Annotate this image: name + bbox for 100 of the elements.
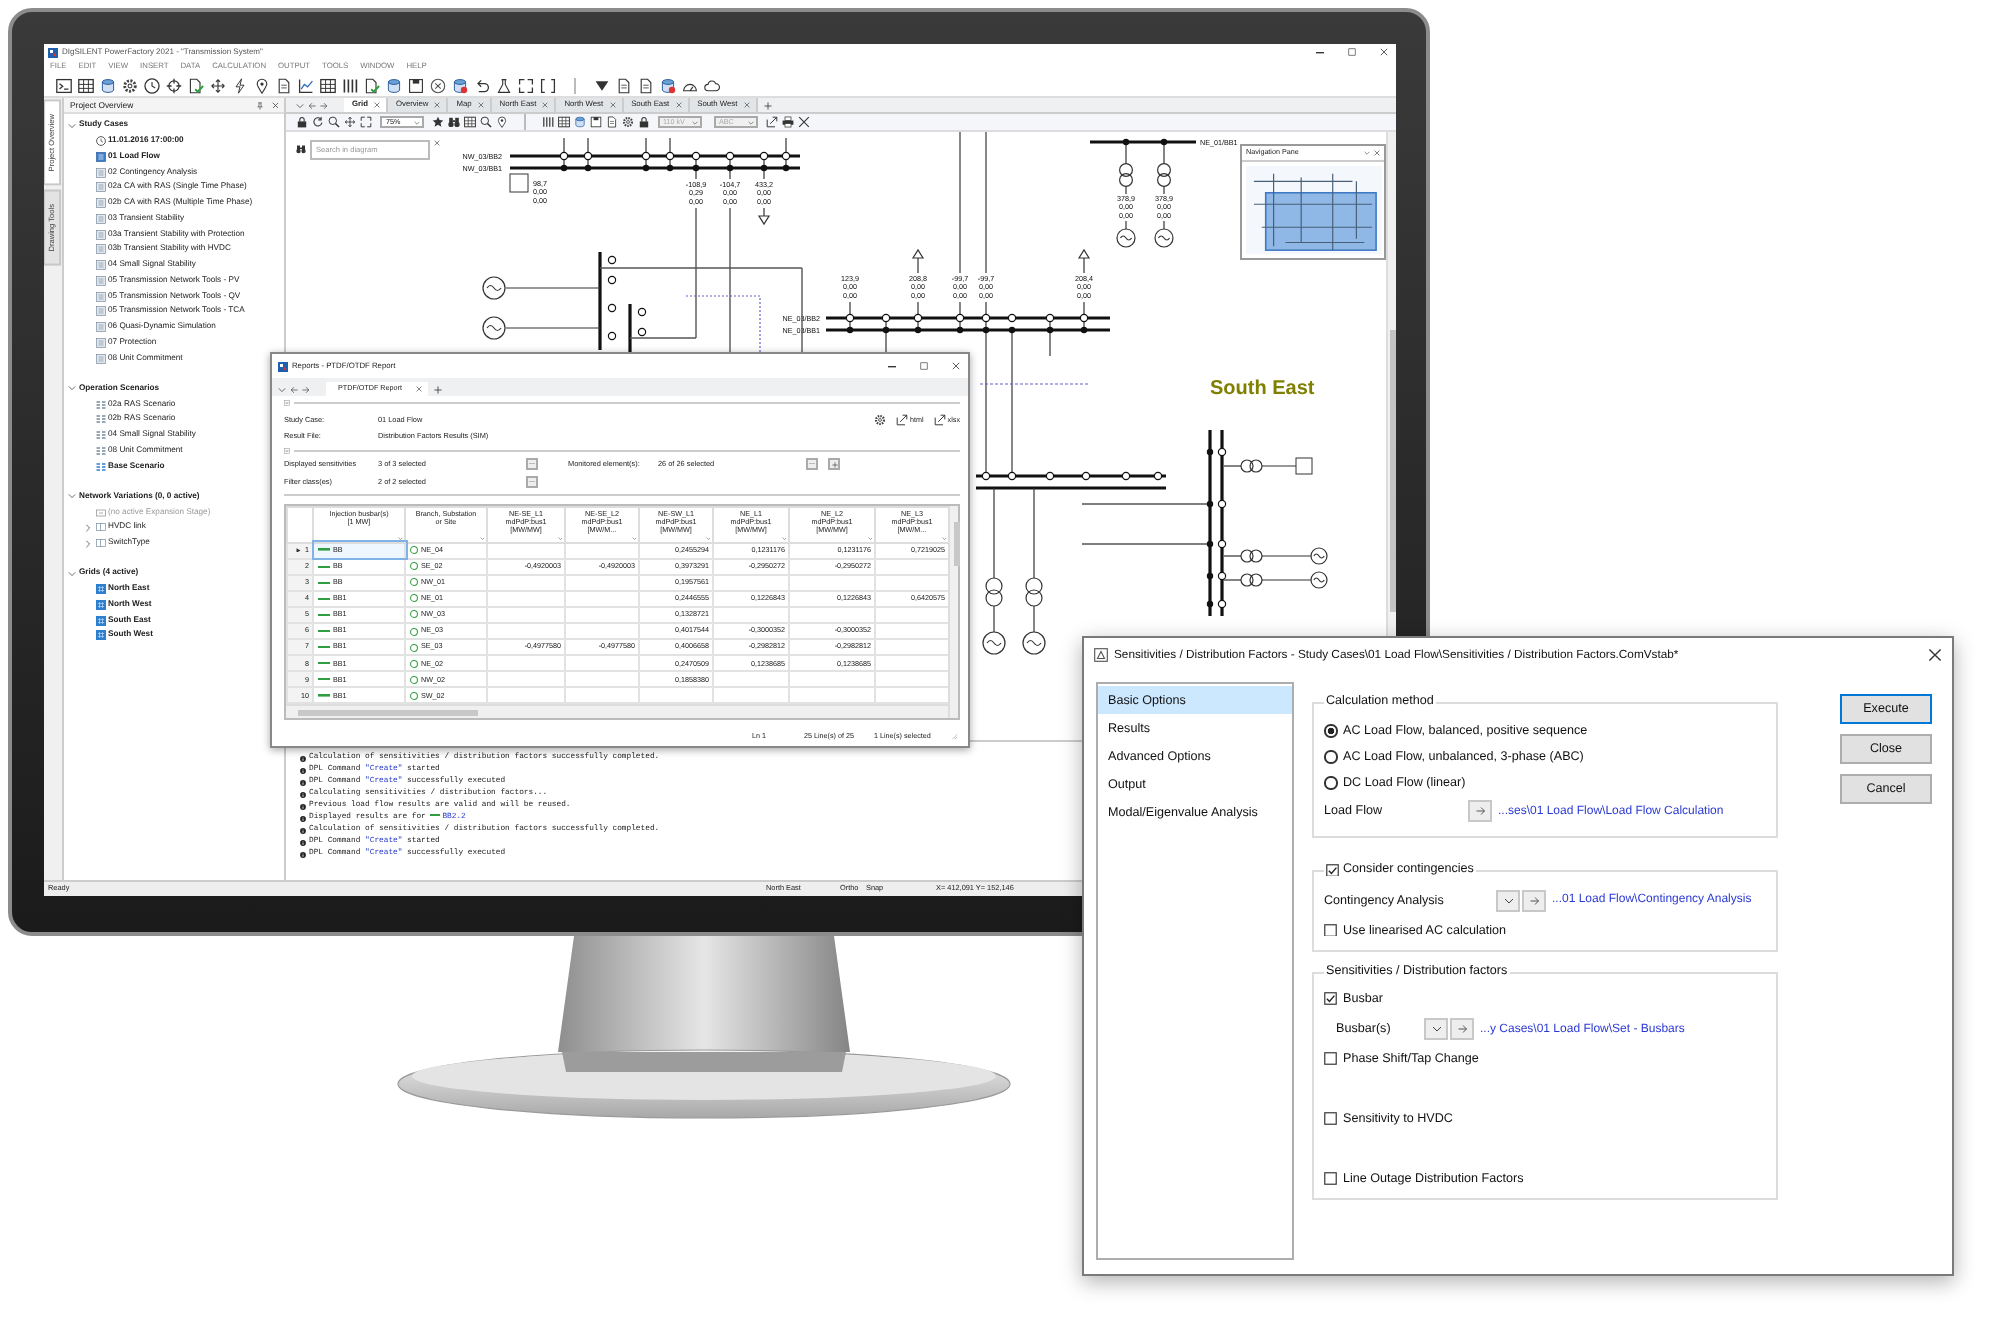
study-case-icon [95,182,105,193]
feeder-line [505,327,601,329]
crosshair-icon[interactable] [166,77,182,93]
database-icon[interactable] [100,77,116,93]
columns-icon[interactable] [342,77,358,93]
columns-icon[interactable] [541,116,553,128]
radio-button[interactable] [1324,776,1337,790]
table-icon[interactable] [78,77,94,93]
switch-node [782,164,790,172]
transformer-symbol [1240,573,1263,587]
study-case-icon [95,322,105,333]
arrow-left-icon[interactable] [308,101,316,109]
arrow-left-icon[interactable] [290,385,298,393]
database-error-icon[interactable] [659,77,675,93]
move-icon[interactable] [210,77,226,93]
search-icon[interactable] [328,116,340,128]
cross-icon[interactable] [797,116,809,128]
switch-node [981,313,991,323]
checkbox[interactable] [1324,1052,1337,1066]
document-icon[interactable] [615,77,631,93]
switch-node [1206,500,1214,508]
study-case-icon [95,151,105,162]
search-icon[interactable] [480,116,492,128]
document-check-icon[interactable] [188,77,204,93]
horizontal-scrollbar[interactable] [286,704,948,719]
export-icon[interactable] [765,116,777,128]
arrow-right-icon[interactable] [320,101,328,109]
maximize-icon[interactable] [1348,48,1356,56]
grid-icon [95,599,105,610]
checkbox[interactable] [1324,992,1337,1006]
plus-icon[interactable] [763,101,772,109]
document-icon[interactable] [637,77,653,93]
feeder-line [1223,555,1242,557]
undo-icon[interactable] [474,77,490,93]
table-icon[interactable] [464,116,476,128]
database-icon[interactable] [573,116,585,128]
cloud-icon[interactable] [703,77,719,93]
radio-button[interactable] [1324,724,1337,738]
add-button[interactable] [828,458,840,471]
line-chart-icon[interactable] [298,77,314,93]
star-icon[interactable] [432,116,444,128]
switch-node [1007,471,1017,481]
document-icon[interactable] [605,116,617,128]
stop-icon[interactable] [430,77,446,93]
study-case-icon [95,167,105,178]
jump-button[interactable] [1522,889,1546,911]
switch-node [607,303,617,313]
close-icon[interactable] [1380,48,1388,56]
region-label: South East [1210,378,1315,400]
close-icon[interactable] [952,362,960,370]
minimize-icon[interactable] [888,365,896,367]
checkbox[interactable] [1324,1172,1337,1186]
feeder-line [563,137,565,169]
switch-node [1206,540,1214,548]
radio-button[interactable] [1324,750,1337,764]
refresh-icon[interactable] [312,116,324,128]
switch-node [1217,599,1227,609]
printer-icon[interactable] [781,116,793,128]
save-icon[interactable] [589,116,601,128]
brackets-icon[interactable] [540,77,556,93]
switch-node [1217,539,1227,549]
feeder-line [505,287,601,289]
pin-icon[interactable] [255,101,263,109]
generator-symbol [1310,547,1328,565]
switch-node [1217,499,1227,509]
lock-icon[interactable] [296,116,308,128]
table-icon[interactable] [320,77,336,93]
binoculars-icon[interactable] [448,116,460,128]
database-icon[interactable] [386,77,402,93]
expand-icon[interactable] [360,116,372,128]
minimize-icon[interactable] [1316,51,1324,53]
lightning-icon[interactable] [232,77,248,93]
lock-icon[interactable] [637,116,649,128]
gear-icon[interactable] [874,413,886,426]
plus-icon[interactable] [433,385,442,393]
clock-icon[interactable] [144,77,160,93]
vertical-scrollbar[interactable] [948,506,958,719]
feeder-line [763,155,765,180]
maximize-icon[interactable] [920,362,928,370]
save-icon[interactable] [408,77,424,93]
expand-icon[interactable] [518,77,534,93]
checkbox[interactable] [1326,863,1339,877]
document-check-icon[interactable] [364,77,380,93]
map-pin-icon[interactable] [496,116,508,128]
flask-icon[interactable] [496,77,512,93]
database-error-icon[interactable] [452,77,468,93]
document-icon[interactable] [276,77,292,93]
info-icon [300,839,306,845]
gear-icon[interactable] [122,77,138,93]
checkbox[interactable] [1324,1112,1337,1126]
terminal-icon[interactable] [56,77,72,93]
arrow-right-icon[interactable] [302,385,310,393]
gear-icon[interactable] [621,116,633,128]
generator-symbol [482,316,506,340]
checkbox[interactable] [1324,923,1337,937]
triangle-down-icon[interactable] [593,77,609,93]
map-pin-icon[interactable] [254,77,270,93]
table-icon[interactable] [557,116,569,128]
close-icon[interactable] [1928,648,1942,662]
transformer-symbol [985,577,1003,607]
